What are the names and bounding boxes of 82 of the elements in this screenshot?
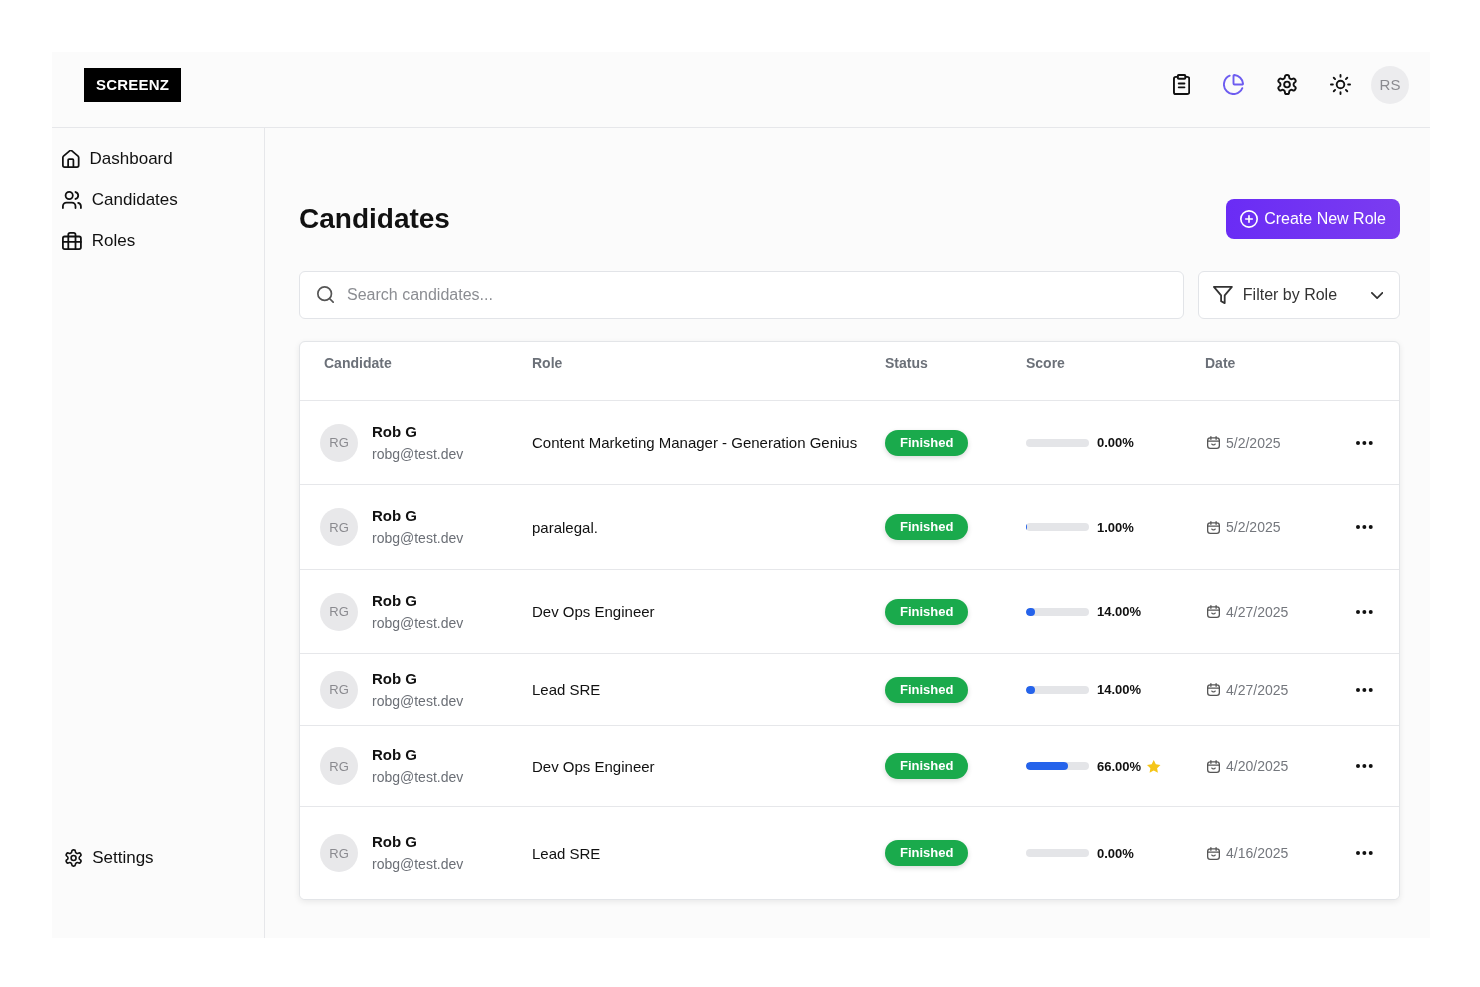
more-options-icon[interactable] [1356,764,1373,768]
more-options-icon[interactable] [1356,687,1373,692]
filter-icon [1213,286,1233,304]
role-text: Dev Ops Engineer [532,757,655,775]
calendar-icon [1207,759,1220,773]
avatar: RG [320,423,358,462]
calendar-icon [1207,436,1220,449]
avatar: RG [320,592,358,631]
role-text: Dev Ops Engineer [532,603,655,620]
score-value: 1.00% [1097,519,1134,535]
column-header: Role [532,355,563,371]
candidate-email: robg@test.dev [372,691,464,711]
column-header: Score [1026,355,1065,371]
more-options-icon[interactable] [1356,609,1373,614]
status-badge: Finished [885,514,969,540]
column-header: Date [1205,355,1236,371]
calendar-icon [1207,605,1220,618]
calendar-icon [1207,520,1220,534]
date-text: 5/2/2025 [1226,519,1281,535]
role-text: paralegal. [532,518,598,536]
page-title: Candidates [299,202,450,236]
briefcase-icon [62,232,82,250]
score-track [1026,438,1089,447]
status-badge: Finished [885,840,969,866]
candidate-name: Rob G [372,668,418,689]
candidate-email: robg@test.dev [372,444,464,464]
role-text: Lead SRE [532,681,601,698]
avatar: RG [320,670,358,709]
candidate-email: robg@test.dev [372,768,464,787]
avatar: RG [320,508,358,546]
users-icon [62,191,82,209]
candidate-name: Rob G [372,506,418,526]
avatar: RG [320,834,358,872]
date-text: 4/27/2025 [1226,603,1289,620]
role-filter-dropdown[interactable]: Filter by Role [1198,271,1400,319]
more-options-icon[interactable] [1356,851,1373,855]
score-value: 0.00% [1097,845,1134,861]
more-options-icon[interactable] [1356,525,1373,529]
settings-icon [65,849,83,867]
calendar-icon [1207,683,1220,696]
date-text: 4/20/2025 [1226,758,1289,774]
candidate-email: robg@test.dev [372,529,464,548]
settings-icon[interactable] [1276,74,1297,95]
candidate-email: robg@test.dev [372,855,464,874]
nav-item[interactable]: Candidates [62,184,178,216]
more-options-icon[interactable] [1356,440,1373,445]
nav-item[interactable]: Settings [65,842,154,874]
column-header: Status [885,355,928,371]
nav-item[interactable]: Roles [62,225,136,257]
candidate-name: Rob G [372,745,418,765]
search-icon [317,286,334,303]
avatar: RG [320,747,358,785]
logo: SCREENZ [84,67,182,102]
date-text: 5/2/2025 [1226,434,1281,451]
candidate-name: Rob G [372,832,418,852]
candidate-email: robg@test.dev [372,613,464,633]
chevron-down-icon [1370,291,1383,299]
column-header: Candidate [324,355,392,371]
status-badge: Finished [885,598,969,625]
score-value: 66.00% [1097,758,1142,774]
clipboard-icon[interactable] [1172,74,1190,95]
sun-icon[interactable] [1330,74,1351,95]
role-text: Lead SRE [532,844,601,862]
status-badge: Finished [885,753,969,779]
home-icon [62,150,80,168]
nav-item[interactable]: Dashboard [62,143,173,175]
status-badge: Finished [885,676,969,703]
score-value: 14.00% [1097,604,1142,619]
score-value: 14.00% [1097,682,1142,697]
pie-chart-icon[interactable] [1222,74,1244,95]
date-text: 4/27/2025 [1226,681,1289,698]
candidate-name: Rob G [372,421,418,442]
search-field[interactable]: Search candidates... [299,271,1184,319]
role-text: Content Marketing Manager - Generation Genius [532,434,858,451]
date-text: 4/16/2025 [1226,845,1289,861]
status-badge: Finished [885,429,969,456]
score-track [1026,849,1089,857]
candidate-name: Rob G [372,590,418,611]
plus-circle-icon [1240,210,1259,228]
score-value: 0.00% [1097,435,1134,450]
calendar-icon [1207,846,1220,860]
create-role-button[interactable]: Create New Role [1226,199,1400,239]
